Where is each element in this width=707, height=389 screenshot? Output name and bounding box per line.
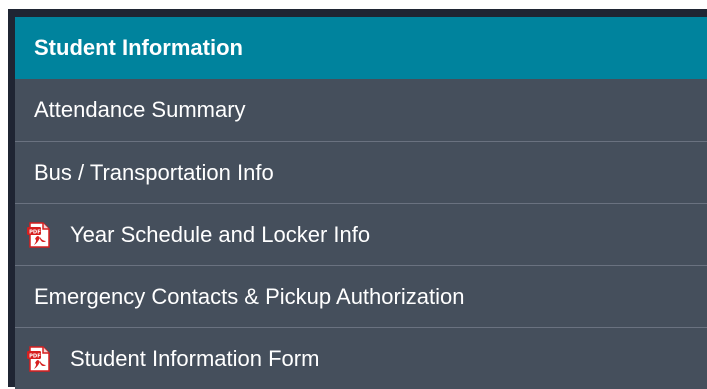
menu-header-student-information[interactable]: Student Information <box>15 17 707 79</box>
pdf-icon: PDF <box>25 221 53 249</box>
page-background: Student Information Attendance Summary B… <box>0 0 707 389</box>
menu-item-student-information-form[interactable]: PDF Student Information Form <box>15 327 707 389</box>
menu-item-label: Bus / Transportation Info <box>34 159 274 185</box>
menu-item-label: Student Information Form <box>70 345 320 371</box>
menu-item-attendance-summary[interactable]: Attendance Summary <box>15 79 707 141</box>
menu-header-label: Student Information <box>34 35 243 60</box>
svg-text:PDF: PDF <box>29 353 41 359</box>
menu-item-year-schedule-locker-info[interactable]: PDF Year Schedule and Locker Info <box>15 203 707 265</box>
menu-item-emergency-contacts-pickup-authorization[interactable]: Emergency Contacts & Pickup Authorizatio… <box>15 265 707 327</box>
pdf-icon: PDF <box>25 345 53 373</box>
menu-list: Student Information Attendance Summary B… <box>15 17 707 389</box>
menu-item-bus-transportation-info[interactable]: Bus / Transportation Info <box>15 141 707 203</box>
student-info-menu: Student Information Attendance Summary B… <box>8 9 707 389</box>
menu-item-label: Year Schedule and Locker Info <box>70 221 371 247</box>
menu-item-label: Attendance Summary <box>34 97 246 122</box>
svg-text:PDF: PDF <box>29 229 41 235</box>
menu-item-label: Emergency Contacts & Pickup Authorizatio… <box>34 283 465 309</box>
